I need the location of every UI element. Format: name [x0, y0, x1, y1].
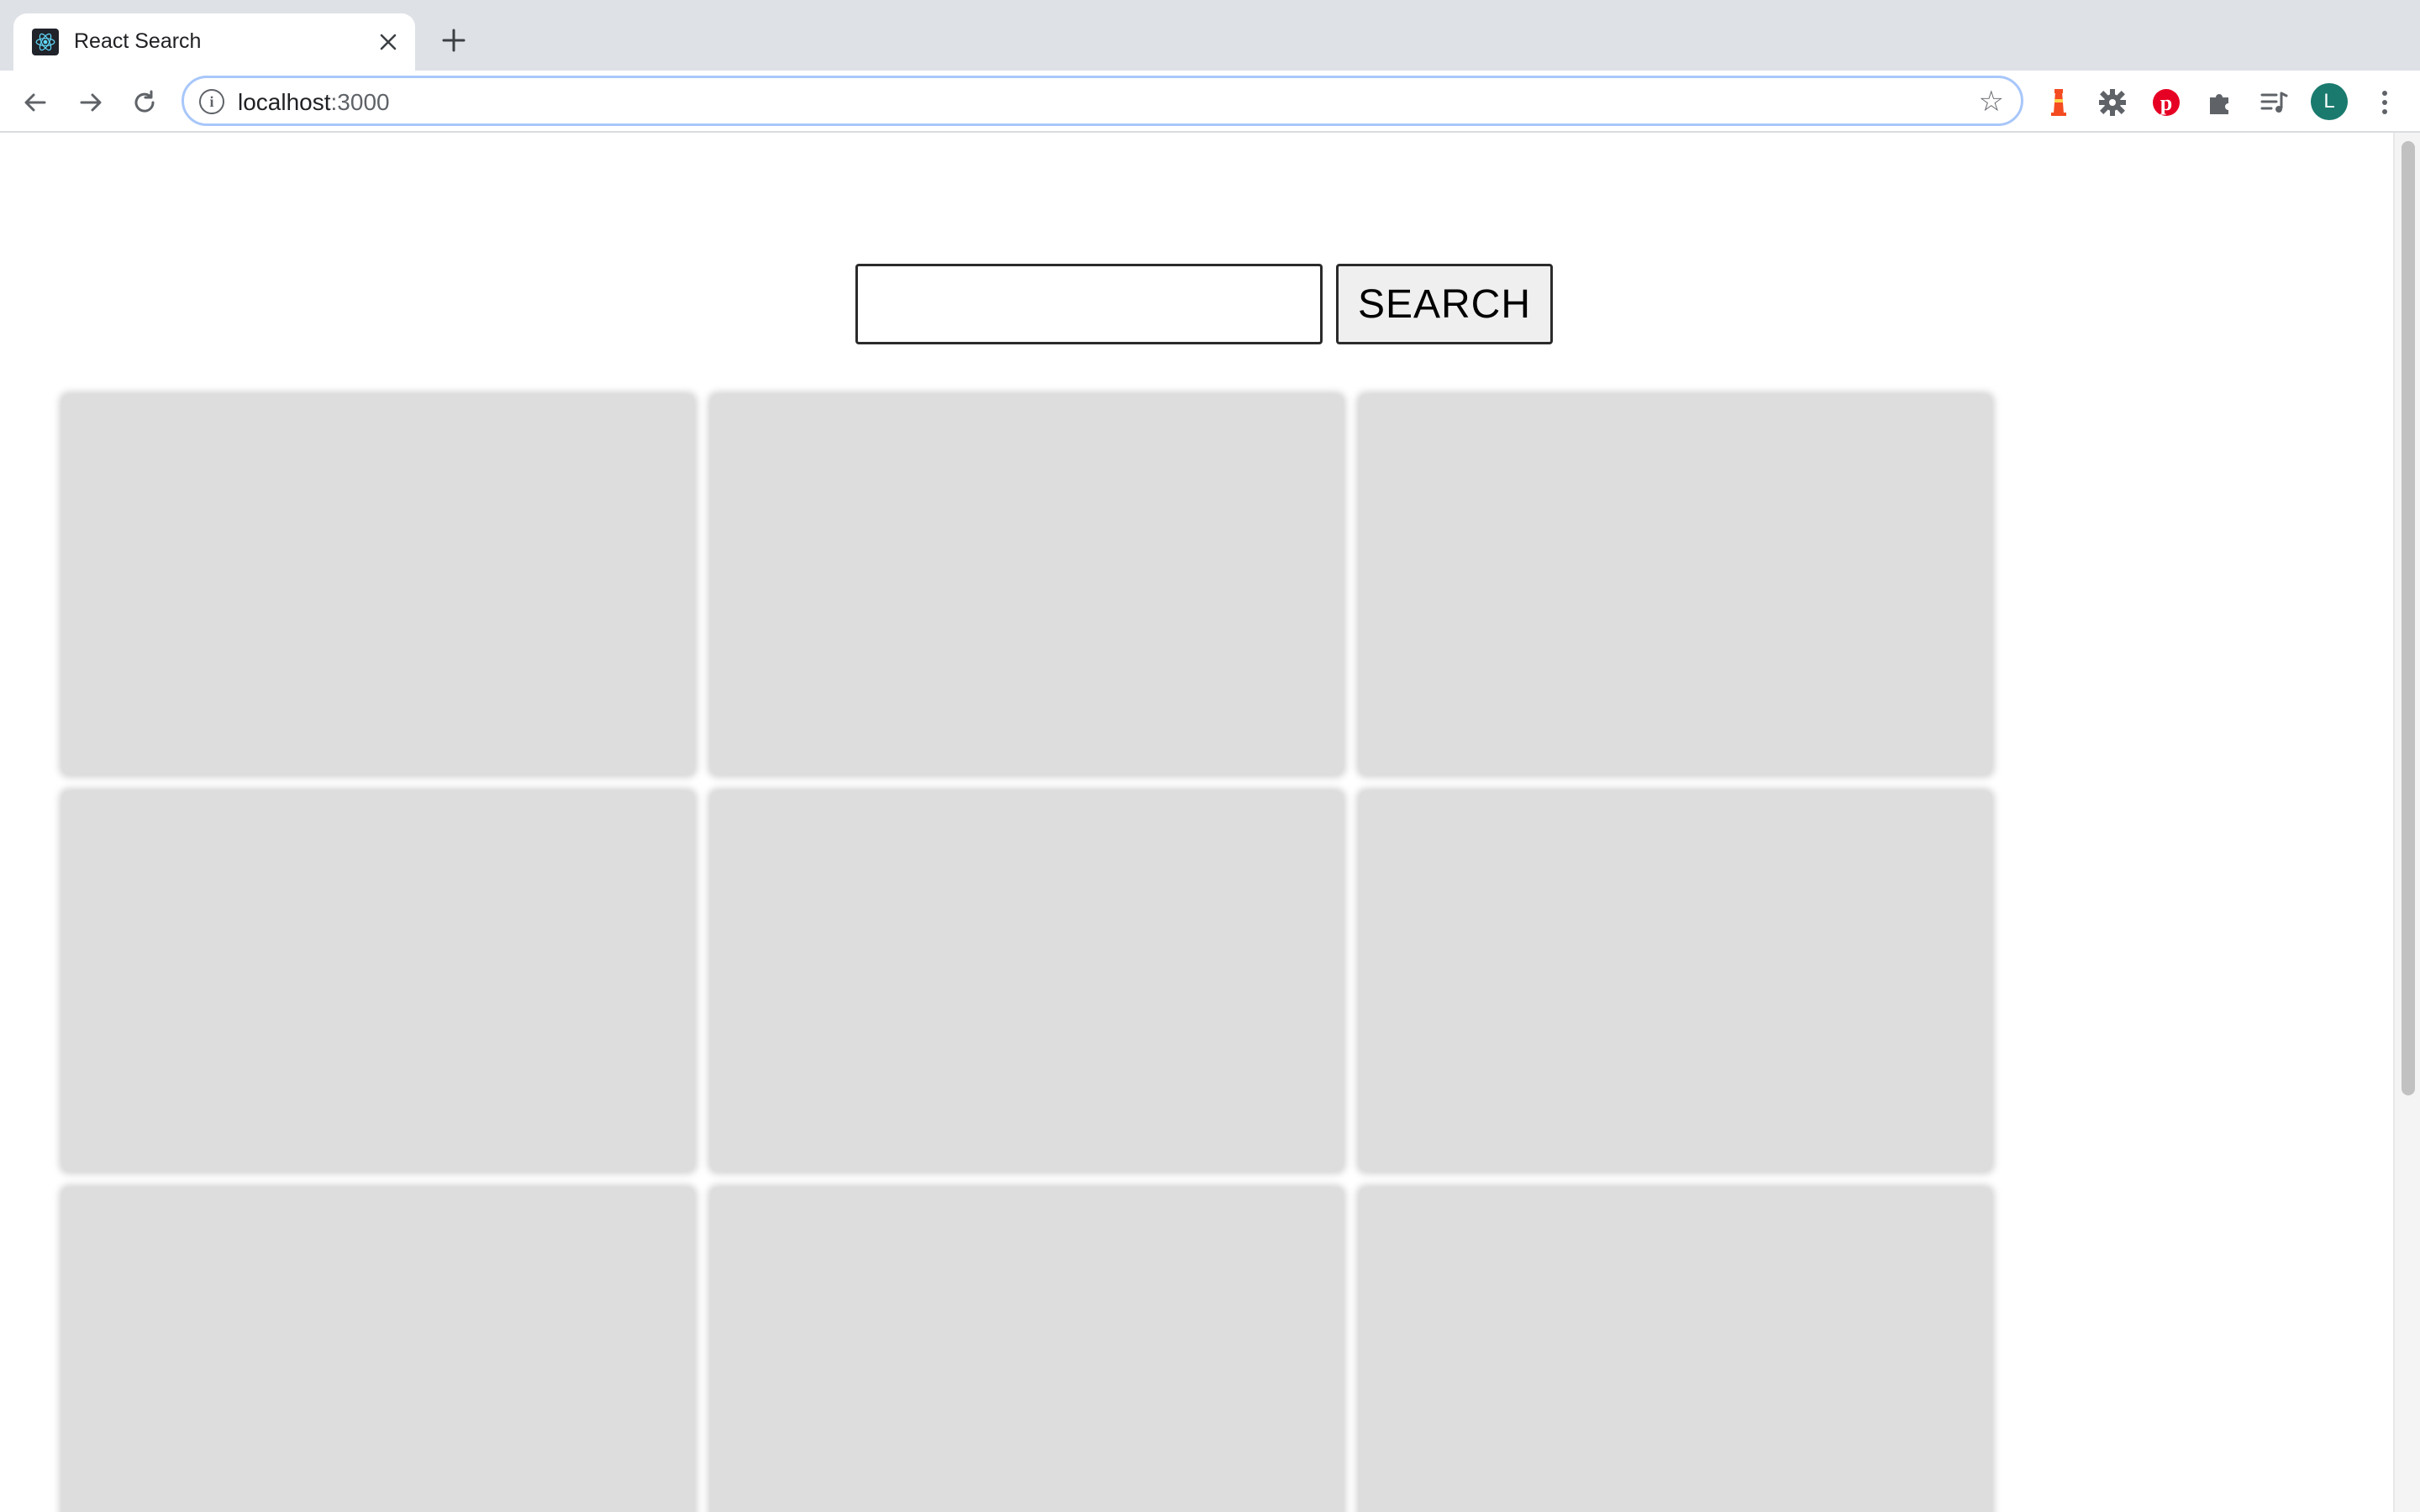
bookmark-star-icon[interactable]: ☆ — [1979, 87, 2004, 117]
page-content: SEARCH — [0, 133, 2393, 1512]
back-button[interactable] — [13, 81, 57, 124]
reading-list-icon[interactable] — [2255, 84, 2292, 121]
tab-title: React Search — [74, 29, 202, 53]
search-button[interactable]: SEARCH — [1336, 264, 1553, 344]
result-card-placeholder — [1360, 395, 1991, 774]
result-card-placeholder — [711, 791, 1343, 1171]
result-card-placeholder — [711, 1188, 1343, 1512]
search-form: SEARCH — [855, 264, 1553, 344]
puzzle-extensions-icon[interactable] — [2202, 84, 2238, 121]
result-card-placeholder — [62, 791, 694, 1171]
forward-button[interactable] — [69, 81, 113, 124]
svg-text:p: p — [2160, 91, 2172, 115]
url-host: localhost — [238, 89, 331, 115]
search-input[interactable] — [855, 264, 1323, 344]
browser-window: React Search i localhost:3000 ☆ p L SEAR… — [0, 0, 2420, 1512]
lighthouse-icon[interactable] — [2040, 84, 2077, 121]
avatar-initial: L — [2323, 90, 2335, 113]
tab-react-search[interactable]: React Search — [13, 13, 415, 71]
page-scrollbar[interactable] — [2393, 133, 2420, 1512]
arrow-left-icon — [24, 93, 46, 112]
pinterest-icon[interactable]: p — [2148, 84, 2185, 121]
result-card-placeholder — [1360, 791, 1991, 1171]
result-card-placeholder — [62, 1188, 694, 1512]
react-logo-icon — [32, 29, 59, 55]
more-menu-icon[interactable] — [2366, 84, 2403, 121]
browser-toolbar: i localhost:3000 ☆ p L — [0, 71, 2420, 133]
result-card-placeholder — [711, 395, 1343, 774]
close-tab-icon[interactable] — [370, 24, 407, 60]
scrollbar-thumb[interactable] — [2402, 141, 2415, 1095]
result-card-placeholder — [62, 395, 694, 774]
site-info-icon[interactable]: i — [199, 89, 224, 114]
results-grid — [62, 395, 1993, 1512]
result-card-placeholder — [1360, 1188, 1991, 1512]
url-port: :3000 — [330, 89, 390, 115]
gear-extension-icon[interactable] — [2094, 84, 2131, 121]
new-tab-button[interactable] — [435, 22, 472, 59]
address-bar[interactable]: i localhost:3000 ☆ — [182, 76, 2023, 126]
profile-avatar[interactable]: L — [2311, 83, 2348, 120]
reload-icon — [134, 90, 155, 113]
address-url[interactable]: localhost:3000 — [238, 89, 390, 116]
tab-strip: React Search — [0, 0, 2420, 71]
arrow-right-icon — [80, 93, 102, 112]
reload-button[interactable] — [123, 81, 166, 124]
